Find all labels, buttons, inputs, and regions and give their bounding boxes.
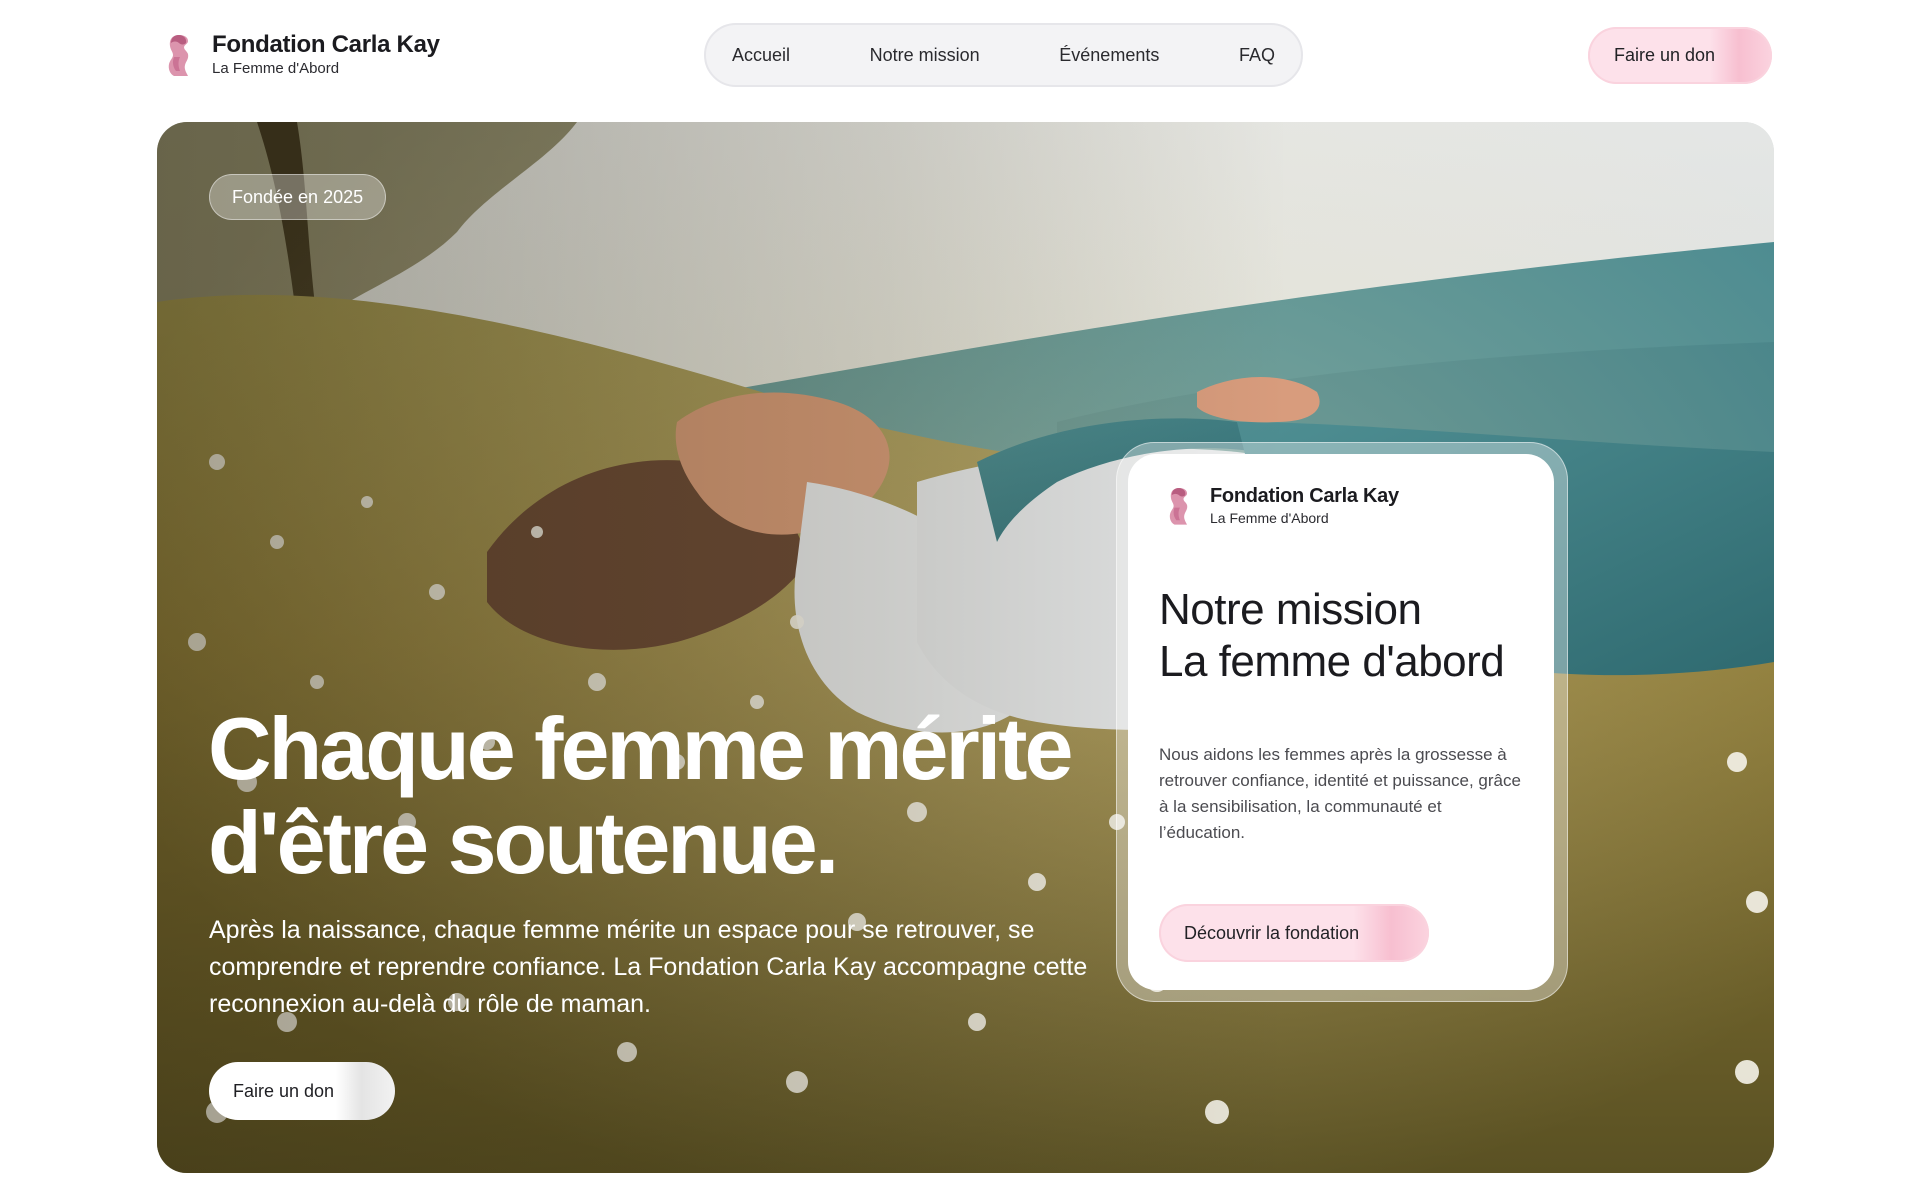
mission-card-brand: Fondation Carla Kay La Femme d'Abord bbox=[1162, 484, 1399, 526]
brand-tagline: La Femme d'Abord bbox=[212, 60, 340, 78]
main-nav: Accueil Notre mission Événements FAQ bbox=[704, 23, 1303, 87]
discover-foundation-label: Découvrir la fondation bbox=[1184, 922, 1360, 943]
nav-item-evenements[interactable]: Événements bbox=[1059, 35, 1159, 76]
mission-card-text: Nous aidons les femmes après la grossess… bbox=[1159, 745, 1521, 842]
header-donate-label: Faire un don bbox=[1614, 45, 1716, 65]
woman-silhouette-logo-icon bbox=[168, 35, 189, 76]
nav-item-accueil[interactable]: Accueil bbox=[732, 35, 790, 76]
hero-donate-button[interactable]: Faire un don bbox=[209, 1062, 395, 1120]
hero-donate-label: Faire un don bbox=[233, 1080, 335, 1101]
nav-item-faq[interactable]: FAQ bbox=[1239, 35, 1275, 76]
discover-foundation-button[interactable]: Découvrir la fondation bbox=[1159, 904, 1429, 962]
hero-description: Après la naissance, chaque femme mérite … bbox=[209, 916, 1088, 1018]
mission-card: Fondation Carla Kay La Femme d'Abord Not… bbox=[1128, 454, 1554, 990]
brand-logo-link[interactable]: Fondation Carla Kay La Femme d'Abord bbox=[160, 28, 440, 80]
hero-title-line-1: Chaque femme mérite bbox=[208, 699, 1073, 798]
mission-card-title-line-1: Notre mission bbox=[1159, 585, 1422, 634]
brand-name: Fondation Carla Kay bbox=[212, 30, 440, 58]
woman-silhouette-logo-icon bbox=[1169, 488, 1188, 525]
mission-card-brand-name: Fondation Carla Kay bbox=[1210, 484, 1399, 507]
hero-title: Chaque femme mérite d'être soutenue. bbox=[208, 702, 1168, 890]
header-donate-button[interactable]: Faire un don bbox=[1588, 27, 1772, 84]
founded-badge: Fondée en 2025 bbox=[209, 174, 387, 220]
hero-title-line-2: d'être soutenue. bbox=[208, 793, 839, 892]
mission-card-brand-tagline: La Femme d'Abord bbox=[1210, 509, 1329, 526]
mission-card-title-line-2: La femme d'abord bbox=[1159, 637, 1505, 686]
mission-card-title: Notre mission La femme d'abord bbox=[1159, 584, 1505, 688]
nav-item-notre-mission[interactable]: Notre mission bbox=[870, 35, 980, 76]
